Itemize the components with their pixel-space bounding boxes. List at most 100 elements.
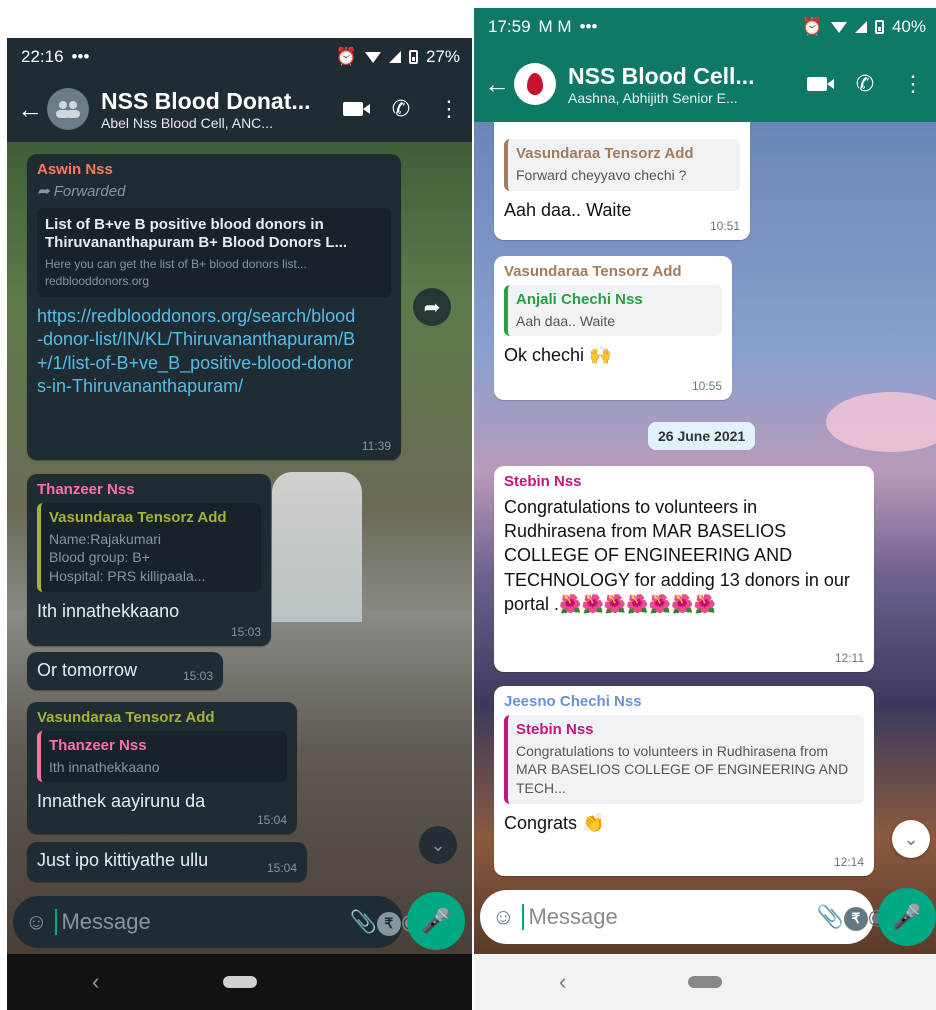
video-call-icon[interactable] (804, 71, 834, 97)
message-bubble-m3[interactable]: Stebin Nss Congratulations to volunteers… (494, 466, 874, 672)
attach-icon[interactable]: 📎 (349, 909, 376, 935)
quote-text: Congratulations to volunteers in Rudhira… (516, 742, 849, 797)
emoji-icon[interactable]: ☺ (492, 904, 514, 930)
link-preview[interactable]: List of B+ve B positive blood donors in … (37, 207, 391, 297)
wifi-icon (364, 51, 381, 63)
clapping-hands-icon: 👏 (582, 813, 605, 834)
system-nav-bar: ‹ (474, 954, 936, 1010)
sender-name: Stebin Nss (504, 473, 582, 490)
preview-description: Here you can get the list of B+ blood do… (45, 257, 307, 271)
quoted-message[interactable]: Thanzeer Nss Ith innathekkaano (37, 730, 287, 783)
video-call-icon[interactable] (340, 96, 370, 122)
message-input[interactable] (55, 909, 350, 935)
quote-text: Aah daa.. Waite (516, 312, 616, 329)
back-arrow-icon[interactable]: ← (17, 94, 43, 125)
message-bubble-vasundaraa[interactable]: Vasundaraa Tensorz Add Thanzeer Nss Ith … (27, 702, 297, 834)
quoted-message[interactable]: Anjali Chechi Nss Aah daa.. Waite (504, 284, 722, 337)
message-time: 12:11 (834, 651, 864, 665)
quote-author: Vasundaraa Tensorz Add (516, 145, 694, 162)
message-bubble-ipo[interactable]: Just ipo kittiyathe ullu 15:04 (27, 842, 307, 882)
message-text: Aah daa.. Waite (504, 199, 632, 220)
message-text: Ok chechi (504, 345, 585, 366)
right-phone-screen: 17:59 M M ••• ⏰ 40% ← NSS Blood Cell... … (474, 8, 936, 1010)
payment-icon[interactable]: ₹ (376, 908, 401, 936)
message-text: Congrats (504, 813, 578, 834)
chat-header: ← NSS Blood Cell... Aashna, Abhijith Sen… (474, 46, 936, 122)
nav-back-icon[interactable]: ‹ (559, 969, 566, 995)
mic-icon[interactable]: 🎤 (407, 892, 465, 950)
nav-home-pill[interactable] (688, 976, 722, 988)
quote-author: Vasundaraa Tensorz Add (49, 508, 227, 526)
chat-header: ← NSS Blood Donat... Abel Nss Blood Cell… (7, 76, 472, 142)
scroll-down-icon[interactable]: ⌄ (419, 826, 457, 864)
message-bubble-tomorrow[interactable]: Or tomorrow 15:03 (27, 652, 223, 690)
voice-call-icon[interactable]: ✆ (852, 71, 878, 97)
battery-icon (874, 20, 884, 34)
battery-icon (408, 50, 418, 64)
back-arrow-icon[interactable]: ← (484, 69, 510, 100)
scroll-down-icon[interactable]: ⌄ (892, 820, 930, 858)
more-options-icon[interactable]: ⋮ (900, 71, 926, 97)
message-input-bar: ☺ 📎 ₹ ◉ (13, 896, 420, 948)
attach-icon[interactable]: 📎 (816, 904, 843, 930)
chat-title-block[interactable]: NSS Blood Cell... Aashna, Abhijith Senio… (568, 63, 782, 106)
status-time: 17:59 (488, 17, 531, 36)
message-time: 12:14 (833, 855, 864, 869)
message-time: 10:55 (691, 379, 722, 393)
quoted-message[interactable]: Stebin Nss Congratulations to volunteers… (504, 714, 864, 805)
message-text: Ith innathekkaano (37, 601, 180, 622)
alarm-icon: ⏰ (801, 17, 823, 36)
status-bar: 17:59 M M ••• ⏰ 40% (474, 8, 936, 46)
preview-domain: redblooddonors.org (45, 274, 150, 288)
payment-icon[interactable]: ₹ (843, 903, 868, 931)
cloud-decor (826, 392, 936, 452)
message-link[interactable]: https://redblooddonors.org/search/blood-… (37, 305, 391, 399)
emoji-icon[interactable]: ☺ (25, 909, 47, 935)
chat-title-block[interactable]: NSS Blood Donat... Abel Nss Blood Cell, … (101, 88, 318, 131)
left-phone-screen: 22:16 ••• ⏰ 27% ← NSS Blood Donat... Abe… (7, 38, 472, 1010)
group-avatar[interactable] (47, 88, 89, 130)
message-bubble-forwarded[interactable]: Aswin Nss ➦ Forwarded List of B+ve B pos… (27, 154, 401, 460)
signal-icon (854, 21, 867, 33)
quoted-message[interactable]: Vasundaraa Tensorz Add Forward cheyyavo … (504, 139, 740, 191)
chat-subtitle: Aashna, Abhijith Senior E... (568, 89, 738, 106)
chat-title: NSS Blood Cell... (568, 62, 755, 89)
share-icon[interactable]: ➦ (413, 288, 451, 326)
message-input-bar: ☺ 📎 ₹ ◉ (480, 890, 887, 944)
signal-icon (388, 51, 401, 63)
sender-name: Jeesno Chechi Nss (504, 693, 642, 710)
message-input[interactable] (522, 904, 817, 930)
sender-name: Vasundaraa Tensorz Add (37, 709, 215, 726)
group-avatar[interactable] (514, 63, 556, 105)
notification-icons: ••• (71, 47, 90, 66)
message-time: 15:04 (266, 861, 297, 875)
praise-hands-icon: 🙌 (589, 345, 612, 366)
message-bubble-m4[interactable]: Jeesno Chechi Nss Stebin Nss Congratulat… (494, 686, 874, 876)
date-chip: 26 June 2021 (648, 422, 756, 450)
blood-drop-icon (527, 73, 543, 95)
quote-author: Stebin Nss (516, 720, 594, 738)
battery-percent: 27% (425, 47, 460, 66)
preview-title: List of B+ve B positive blood donors in … (45, 215, 348, 252)
sender-name: Vasundaraa Tensorz Add (504, 263, 682, 280)
battery-percent: 40% (891, 17, 926, 36)
more-options-icon[interactable]: ⋮ (436, 96, 462, 122)
message-bubble-thanzeer[interactable]: Thanzeer Nss Vasundaraa Tensorz Add Name… (27, 474, 271, 646)
message-time: 11:39 (361, 439, 391, 453)
gmail-icon: M M (538, 17, 572, 36)
nav-home-pill[interactable] (222, 976, 257, 988)
waterfall-decor (272, 472, 362, 622)
message-text: Just ipo kittiyathe ullu (37, 850, 209, 870)
message-bubble-m2[interactable]: Vasundaraa Tensorz Add Anjali Chechi Nss… (494, 256, 732, 400)
voice-call-icon[interactable]: ✆ (388, 96, 414, 122)
message-time: 10:51 (709, 219, 740, 233)
system-nav-bar: ‹ (7, 954, 472, 1010)
message-time: 15:04 (256, 813, 287, 827)
message-bubble-m1[interactable]: Vasundaraa Tensorz Add Forward cheyyavo … (494, 122, 750, 240)
nav-back-icon[interactable]: ‹ (92, 969, 99, 995)
quoted-message[interactable]: Vasundaraa Tensorz Add Name:Rajakumari B… (37, 502, 261, 593)
sender-name: Aswin Nss (37, 161, 113, 178)
chat-subtitle: Abel Nss Blood Cell, ANC... (101, 114, 273, 131)
sender-name: Thanzeer Nss (37, 481, 135, 498)
mic-icon[interactable]: 🎤 (878, 888, 936, 946)
